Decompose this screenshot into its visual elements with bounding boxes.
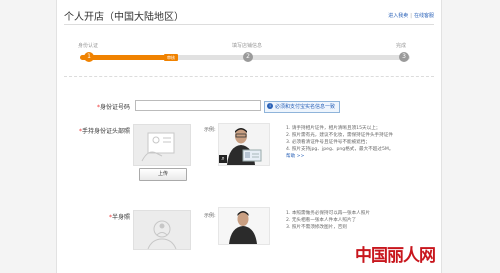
hold-id-tip-2: 2. 照片需有光，建议不化妆，需保持证件头手持证件 [286, 133, 393, 138]
site-watermark: 中国丽人网 [355, 246, 436, 266]
step-2-number: 2 [246, 53, 250, 60]
hold-id-tip-4: 4. 照片支持jpg、jpeg、png格式，最大不超过5M。 [286, 147, 394, 152]
half-body-tip-3: 3. 照片不需须修改图片，否则 [286, 225, 347, 230]
id-number-label-text: 身份证号码 [99, 104, 130, 111]
half-body-placeholder-icon [147, 220, 177, 250]
step-1-marker: 1 [84, 52, 94, 62]
current-step-tag: 审核 [164, 54, 178, 61]
link-separator: | [410, 13, 412, 19]
hold-id-tip-3: 3. 必须看清证件号且证件号不能被遮挡； [286, 140, 370, 145]
half-body-example-photo [218, 207, 270, 245]
step-label-done: 完成 [396, 43, 407, 49]
half-body-tip-1: 1. 本照需做务必保持可以再一张本人照片 [286, 211, 370, 216]
hold-id-photo-label: *手持身份证头部照 [60, 126, 130, 135]
hold-id-tips: 1. 请手持相片证件，相片清晰且须15天以上； 2. 照片需有光，建议不化妆，需… [286, 125, 406, 160]
id-notice-text: 必须和支付宝实名信息一致 [275, 104, 336, 110]
zoom-icon[interactable]: ⌕ [219, 155, 227, 163]
example-label-2: 示例: [204, 213, 216, 219]
online-service-link[interactable]: 在线客服 [414, 13, 434, 19]
example-label: 示例: [204, 127, 216, 133]
half-body-photo-label-text: 半身照 [111, 214, 130, 221]
my-shop-link[interactable]: 进入我卖 [388, 13, 408, 19]
step-3-number: 3 [402, 53, 406, 60]
header-divider [64, 24, 434, 25]
id-notice: i 必须和支付宝实名信息一致 [264, 101, 341, 113]
half-body-upload-placeholder[interactable] [133, 210, 191, 250]
id-number-label: *身份证号码 [70, 102, 130, 111]
upload-button[interactable]: 上传 [139, 168, 187, 181]
half-body-photo-label: *半身照 [80, 212, 130, 221]
step-1-number: 1 [87, 53, 91, 60]
person-half-body-icon [219, 208, 269, 244]
hold-id-placeholder-icon [141, 132, 175, 162]
info-icon: i [267, 103, 273, 109]
half-body-tip-2: 2. 无头相看一张本人件本人照片了 [286, 218, 357, 223]
step-3-marker: 3 [399, 52, 409, 62]
hold-id-upload-placeholder[interactable] [133, 124, 191, 166]
id-number-input[interactable] [135, 100, 261, 111]
page-title: 个人开店（中国大陆地区） [64, 12, 184, 23]
step-label-shop-info: 填写店铺信息 [232, 43, 263, 49]
step-label-identity: 身份认证 [78, 43, 99, 49]
half-body-tips: 1. 本照需做务必保持可以再一张本人照片 2. 无头相看一张本人件本人照片了 3… [286, 210, 406, 231]
section-divider [64, 76, 434, 77]
step-progress-fill [80, 55, 176, 60]
step-2-marker: 2 [243, 52, 253, 62]
hold-id-photo-label-text: 手持身份证头部照 [81, 128, 130, 135]
help-link[interactable]: 帮助 >> [286, 153, 406, 160]
hold-id-tip-1: 1. 请手持相片证件，相片清晰且须15天以上； [286, 126, 381, 131]
top-links: 进入我卖 | 在线客服 [388, 12, 434, 19]
